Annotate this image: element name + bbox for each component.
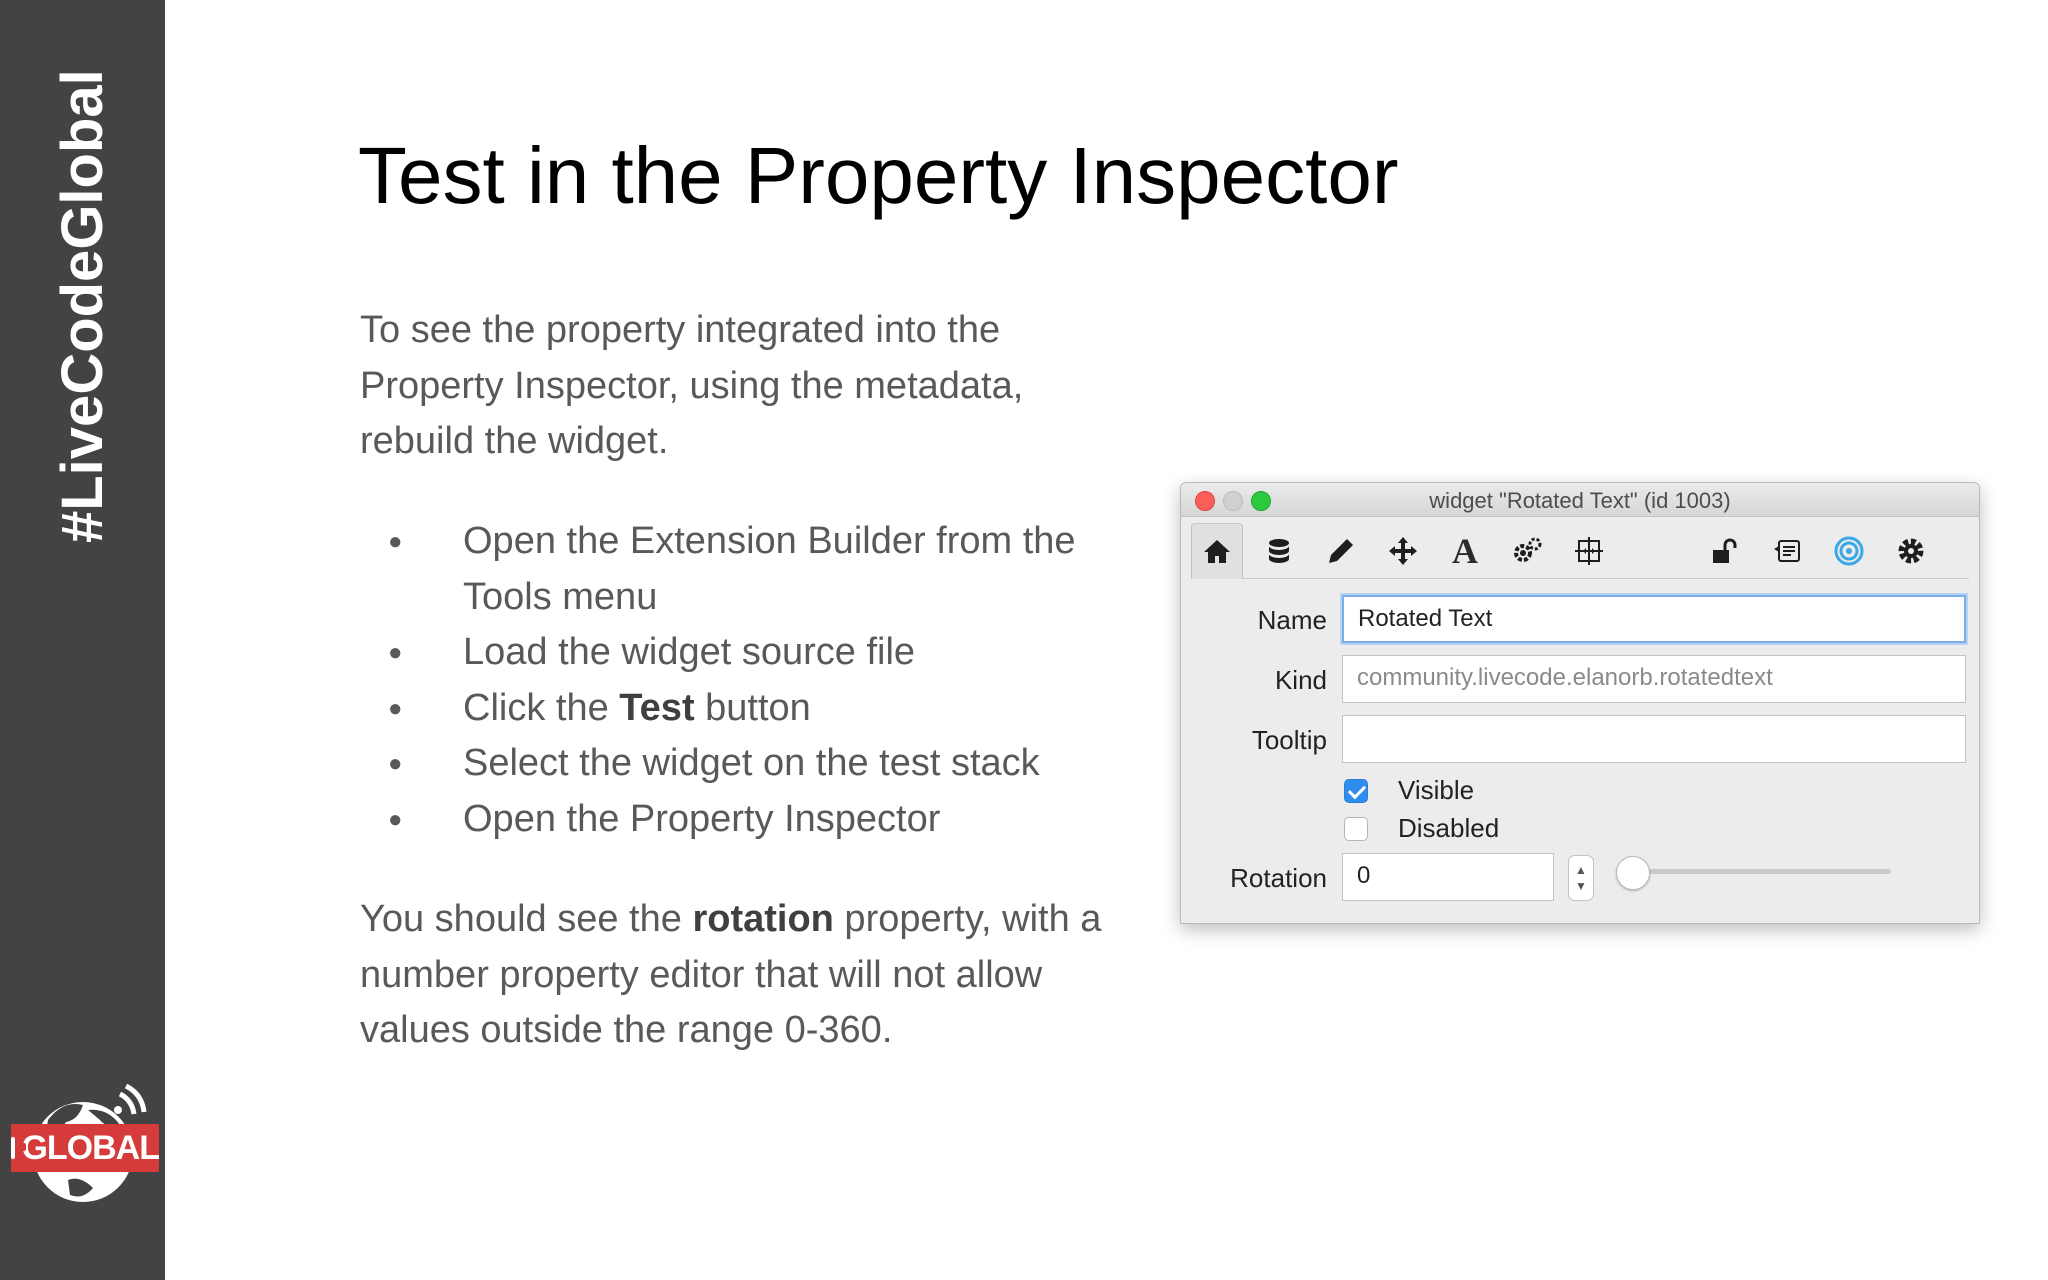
steps-list: Open the Extension Builder from the Tool… [360, 514, 1120, 847]
script-icon[interactable] [1761, 523, 1813, 579]
disabled-checkbox[interactable] [1344, 817, 1368, 841]
rotation-label: Rotation [1230, 863, 1327, 893]
list-item: Click the Test button [360, 681, 1120, 737]
chevron-down-icon[interactable]: ▼ [1575, 878, 1587, 894]
property-inspector-window: widget "Rotated Text" (id 1003) A Name R… [1180, 482, 1980, 924]
text-fragment: Click the [463, 686, 620, 729]
rotation-field[interactable]: 0 [1342, 853, 1554, 901]
gear-icon[interactable] [1885, 523, 1937, 579]
target-icon[interactable] [1823, 523, 1875, 579]
livecode-global-logo: GLOBAL [8, 1080, 160, 1210]
move-icon[interactable] [1377, 523, 1429, 579]
text-icon[interactable]: A [1439, 523, 1491, 579]
list-item: Open the Property Inspector [360, 792, 1120, 848]
kind-field[interactable]: community.livecode.elanorb.rotatedtext [1342, 655, 1966, 703]
name-label: Name [1257, 605, 1327, 635]
resize-icon[interactable] [1563, 523, 1615, 579]
livecode-icon [11, 1137, 28, 1159]
text-fragment: You should see the [360, 898, 693, 940]
database-icon[interactable] [1253, 523, 1305, 579]
logo-text: GLOBAL [21, 1128, 160, 1167]
disabled-label: Disabled [1398, 813, 1500, 843]
bold-fragment: rotation [692, 898, 834, 940]
hashtag-label: #LiveCodeGlobal [50, 69, 115, 543]
tooltip-field[interactable] [1342, 715, 1966, 763]
name-field[interactable]: Rotated Text [1342, 595, 1966, 643]
kind-label: Kind [1274, 665, 1327, 695]
unlock-icon[interactable] [1699, 523, 1751, 579]
visible-checkbox[interactable] [1344, 779, 1368, 803]
bold-fragment: Test [619, 686, 695, 729]
rotation-slider-track[interactable] [1621, 869, 1891, 874]
gears-icon[interactable] [1501, 523, 1553, 579]
text-fragment: button [694, 686, 811, 729]
tooltip-label: Tooltip [1251, 725, 1327, 755]
sidebar: #LiveCodeGlobal GLOBAL [0, 0, 165, 1280]
chevron-up-icon[interactable]: ▲ [1575, 862, 1587, 878]
list-item: Load the widget source file [360, 625, 1120, 681]
inspector-toolbar: A [1191, 523, 1969, 579]
window-title: widget "Rotated Text" (id 1003) [1429, 488, 1731, 513]
window-titlebar[interactable]: widget "Rotated Text" (id 1003) [1181, 483, 1979, 517]
logo-badge: GLOBAL [11, 1124, 160, 1172]
rotation-slider-thumb[interactable] [1616, 856, 1650, 890]
rotation-stepper[interactable]: ▲ ▼ [1568, 855, 1594, 901]
visible-label: Visible [1398, 775, 1475, 805]
slide-title: Test in the Property Inspector [358, 131, 1399, 220]
home-icon[interactable] [1191, 523, 1243, 579]
list-item: Open the Extension Builder from the Tool… [360, 514, 1120, 625]
list-item: Select the widget on the test stack [360, 736, 1120, 792]
outro-paragraph: You should see the rotation property, wi… [360, 892, 1120, 1059]
pencil-icon[interactable] [1315, 523, 1367, 579]
intro-paragraph: To see the property integrated into the … [360, 309, 1024, 462]
